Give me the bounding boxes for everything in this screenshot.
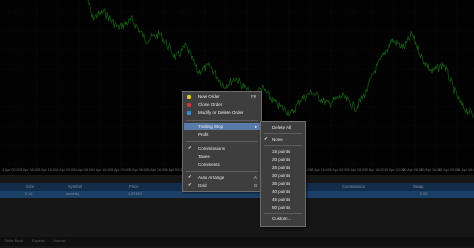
submenu-item-45-points[interactable]: 45 points: [272, 197, 290, 202]
close-order-icon: [187, 103, 191, 107]
check-icon: ✔: [264, 136, 268, 141]
submenu-arrow-icon: ▸: [255, 124, 258, 129]
menu-item-grid[interactable]: Grid: [198, 183, 207, 188]
menu-item-commissions[interactable]: Commissions: [198, 146, 225, 151]
submenu-item-none[interactable]: None: [272, 137, 283, 142]
menu-item-taxes[interactable]: Taxes: [198, 154, 210, 159]
shortcut-auto-arrange: A: [254, 175, 257, 180]
submenu-item-40-points[interactable]: 40 points: [272, 189, 290, 194]
submenu-item-custom[interactable]: Custom...: [272, 216, 291, 221]
submenu-item-30-points[interactable]: 30 points: [272, 173, 290, 178]
menu-item-comments[interactable]: Comments: [198, 162, 220, 167]
menu-separator: [264, 213, 302, 214]
submenu-item-delete-all[interactable]: Delete All: [272, 125, 291, 130]
modify-order-icon: [187, 111, 191, 115]
submenu-item-15-points[interactable]: 15 points: [272, 149, 290, 154]
submenu-item-20-points[interactable]: 20 points: [272, 157, 290, 162]
menu-item-close-order[interactable]: Close Order: [198, 102, 222, 107]
menu-separator: [186, 171, 258, 172]
submenu-item-35-points[interactable]: 35 points: [272, 181, 290, 186]
shortcut-grid: G: [254, 183, 258, 188]
submenu-item-50-points[interactable]: 50 points: [272, 205, 290, 210]
submenu-item-25-points[interactable]: 25 points: [272, 165, 290, 170]
check-icon: ✔: [188, 145, 192, 150]
context-menu: New Order F9 Close Order Modify or Delet…: [182, 91, 262, 192]
menu-separator: [186, 120, 258, 121]
menu-separator: [264, 133, 302, 134]
trailing-stop-submenu: Delete All ✔ None 15 points 20 points 25…: [260, 121, 306, 227]
menu-item-auto-arrange[interactable]: Auto Arrange: [198, 175, 224, 180]
menu-separator: [264, 145, 302, 146]
menu-item-new-order[interactable]: New Order: [198, 94, 220, 99]
menu-separator: [186, 141, 258, 142]
menu-item-modify-order[interactable]: Modify or Delete Order: [198, 110, 244, 115]
check-icon: ✔: [188, 182, 192, 187]
menu-item-profit[interactable]: Profit: [198, 132, 209, 137]
shortcut-new-order: F9: [251, 94, 257, 99]
new-order-icon: [187, 95, 191, 99]
menu-item-trailing-stop[interactable]: Trailing Stop: [198, 124, 223, 129]
check-icon: ✔: [188, 174, 192, 179]
